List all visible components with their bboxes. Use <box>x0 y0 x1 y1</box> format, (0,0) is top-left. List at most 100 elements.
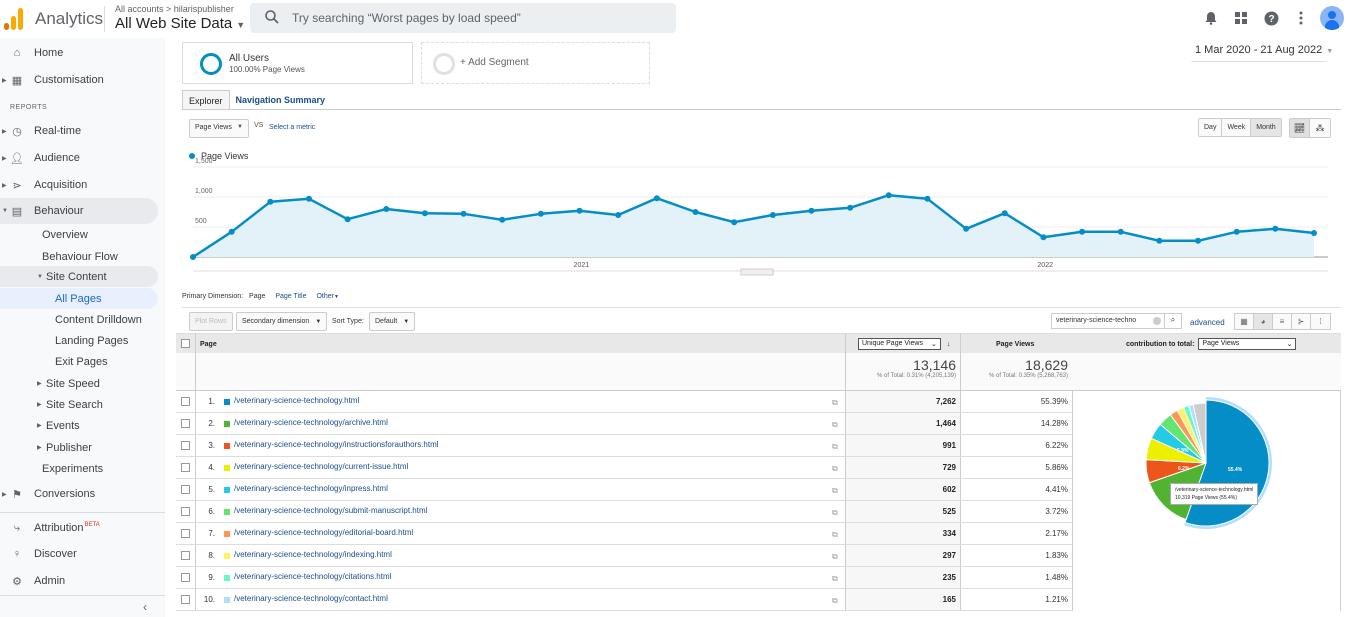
sidebar-item-publisher[interactable]: ▶ Publisher <box>0 437 158 458</box>
table-filter-input[interactable]: veterinary-science-techno ⌕ <box>1051 313 1182 329</box>
month-button[interactable]: Month <box>1251 119 1281 136</box>
open-external-icon[interactable]: ⧉ <box>832 398 838 408</box>
term-cloud-view-icon[interactable]: ⁞ <box>1311 314 1330 329</box>
row-checkbox[interactable] <box>181 485 190 494</box>
analytics-logo-icon[interactable] <box>4 6 24 30</box>
sidebar-item-site-content[interactable]: ▼ Site Content <box>0 266 158 287</box>
sidebar-item-realtime[interactable]: ▶ ◷ Real-time <box>0 118 158 144</box>
page-link[interactable]: /veterinary-science-technology/instructi… <box>234 440 439 449</box>
sidebar-item-events[interactable]: ▶ Events <box>0 415 158 436</box>
open-external-icon[interactable]: ⧉ <box>832 530 838 540</box>
sort-type-dropdown[interactable]: Default ▼ <box>369 312 416 331</box>
page-link[interactable]: /veterinary-science-technology/inpress.h… <box>234 484 388 493</box>
account-avatar[interactable] <box>1320 6 1344 30</box>
sidebar-item-site-speed[interactable]: ▶ Site Speed <box>0 373 158 394</box>
open-external-icon[interactable]: ⧉ <box>832 596 838 606</box>
date-range-picker[interactable]: 1 Mar 2020 - 21 Aug 2022 ▼ <box>1195 44 1333 56</box>
sort-desc-icon[interactable]: ↓ <box>947 341 951 348</box>
sidebar-item-customisation[interactable]: ▶ ▦ Customisation <box>0 67 158 93</box>
more-vert-icon[interactable] <box>1286 3 1316 33</box>
search-icon[interactable]: ⌕ <box>1164 314 1181 328</box>
motion-chart-icon[interactable]: ⁂ <box>1310 119 1330 137</box>
row-checkbox[interactable] <box>181 529 190 538</box>
search-box[interactable]: Try searching “Worst pages by load speed… <box>250 3 676 33</box>
tab-navigation-summary[interactable]: Navigation Summary <box>230 90 332 110</box>
row-checkbox[interactable] <box>181 573 190 582</box>
percentage-pie-view-icon[interactable]: ◕ <box>1254 314 1273 329</box>
page-link[interactable]: /veterinary-science-technology/contact.h… <box>234 594 388 603</box>
day-button[interactable]: Day <box>1199 119 1223 136</box>
sidebar-item-attribution[interactable]: ⤷ AttributionBETA <box>0 515 158 541</box>
row-checkbox[interactable] <box>181 441 190 450</box>
dimension-page-title-link[interactable]: Page Title <box>275 293 306 300</box>
collapse-sidebar-icon[interactable]: ‹ <box>143 600 147 614</box>
sidebar-item-landing-pages[interactable]: Landing Pages <box>0 330 158 351</box>
page-link[interactable]: /veterinary-science-technology/current-i… <box>234 462 408 471</box>
page-link[interactable]: /veterinary-science-technology/archive.h… <box>234 418 388 427</box>
sidebar-label: Events <box>46 419 80 432</box>
segment-all-users[interactable]: All Users 100.00% Page Views <box>182 42 413 84</box>
line-chart-icon[interactable]: 📈︎ <box>1290 119 1310 137</box>
sidebar-item-experiments[interactable]: Experiments <box>0 458 158 479</box>
performance-bar-view-icon[interactable]: ≡ <box>1273 314 1292 329</box>
row-checkbox[interactable] <box>181 463 190 472</box>
table-view-toggle: ▦ ◕ ≡ ⊱ ⁞ <box>1234 313 1331 330</box>
open-external-icon[interactable]: ⧉ <box>832 420 838 430</box>
open-external-icon[interactable]: ⧉ <box>832 574 838 584</box>
sidebar-item-admin[interactable]: ⚙ Admin <box>0 568 158 594</box>
tab-explorer[interactable]: Explorer <box>182 90 230 110</box>
secondary-dimension-dropdown[interactable]: Secondary dimension ▼ <box>236 312 328 331</box>
apps-grid-icon[interactable] <box>1226 3 1256 33</box>
help-icon[interactable]: ? <box>1256 3 1286 33</box>
sidebar-item-audience[interactable]: ▶ 👤︎ Audience <box>0 145 158 171</box>
sidebar-item-exit-pages[interactable]: Exit Pages <box>0 351 158 372</box>
data-point <box>885 192 892 199</box>
collapse-arrow-icon: ▼ <box>2 208 8 214</box>
open-external-icon[interactable]: ⧉ <box>832 442 838 452</box>
sidebar-item-discover[interactable]: ♀ Discover <box>0 541 158 567</box>
data-table-view-icon[interactable]: ▦ <box>1235 314 1254 329</box>
sidebar-item-acquisition[interactable]: ▶ ⋗ Acquisition <box>0 172 158 198</box>
sidebar-item-behaviour[interactable]: ▼ ▤ Behaviour <box>0 198 158 224</box>
row-checkbox[interactable] <box>181 507 190 516</box>
select-all-checkbox[interactable] <box>181 339 190 348</box>
sidebar-item-home[interactable]: ⌂ Home <box>0 40 158 66</box>
advanced-filter-link[interactable]: advanced <box>1190 318 1225 327</box>
sidebar-item-all-pages[interactable]: All Pages <box>0 288 158 309</box>
column-header-unique-page-views[interactable]: Unique Page Views ⌄ ↓ <box>858 334 950 354</box>
open-external-icon[interactable]: ⧉ <box>832 552 838 562</box>
page-link[interactable]: /veterinary-science-technology.html <box>234 396 359 405</box>
column-header-page[interactable]: Page <box>200 334 217 354</box>
open-external-icon[interactable]: ⧉ <box>832 464 838 474</box>
sidebar-item-site-search[interactable]: ▶ Site Search <box>0 394 158 415</box>
page-link[interactable]: /veterinary-science-technology/citations… <box>234 572 391 581</box>
sidebar-item-conversions[interactable]: ▶ ⚑ Conversions <box>0 481 158 507</box>
row-checkbox[interactable] <box>181 551 190 560</box>
page-link[interactable]: /veterinary-science-technology/submit-ma… <box>234 506 427 515</box>
view-selector[interactable]: All Web Site Data ▼ <box>115 15 245 32</box>
sidebar-label: Site Content <box>46 270 107 283</box>
beta-badge: BETA <box>84 522 100 528</box>
select-metric-link[interactable]: Select a metric <box>269 124 315 131</box>
bell-icon[interactable] <box>1196 3 1226 33</box>
row-checkbox[interactable] <box>181 595 190 604</box>
page-link[interactable]: /veterinary-science-technology/editorial… <box>234 528 413 537</box>
sidebar-label: Site Search <box>46 398 103 411</box>
open-external-icon[interactable]: ⧉ <box>832 508 838 518</box>
add-segment-button[interactable]: + Add Segment <box>421 42 650 84</box>
row-checkbox[interactable] <box>181 397 190 406</box>
open-external-icon[interactable]: ⧉ <box>832 486 838 496</box>
column-header-page-views[interactable]: Page Views <box>996 334 1034 354</box>
page-link[interactable]: /veterinary-science-technology/indexing.… <box>234 550 392 559</box>
clear-icon[interactable] <box>1153 317 1161 325</box>
comparison-view-icon[interactable]: ⊱ <box>1292 314 1311 329</box>
metric-selector[interactable]: Page Views ▼ <box>189 119 249 138</box>
account-breadcrumb[interactable]: All accounts > hilarispublisher <box>115 4 234 14</box>
sidebar-item-content-drilldown[interactable]: Content Drilldown <box>0 309 158 330</box>
plot-rows-button[interactable]: Plot Rows <box>189 312 233 331</box>
dimension-other-link[interactable]: Other▼ <box>316 293 338 300</box>
divider <box>182 109 1341 110</box>
contribution-metric-select[interactable]: Page Views ⌄ <box>1198 338 1297 350</box>
week-button[interactable]: Week <box>1222 119 1252 136</box>
row-checkbox[interactable] <box>181 419 190 428</box>
